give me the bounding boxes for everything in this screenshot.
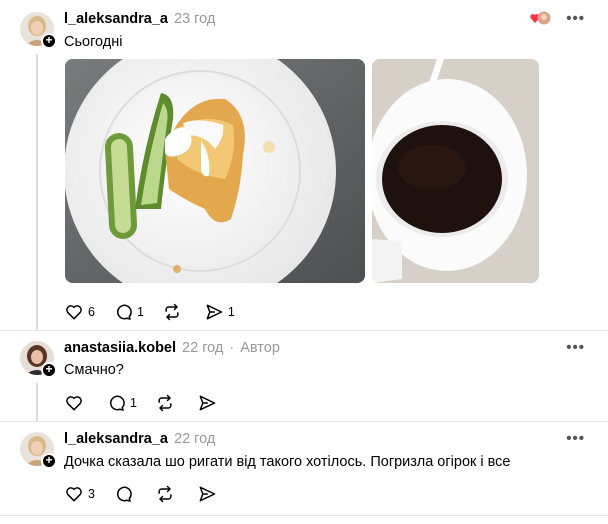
like-count: 3 <box>88 487 95 501</box>
more-icon[interactable]: ••• <box>566 10 585 27</box>
post-text: Дочка сказала шо ригати від такого хотіл… <box>64 454 511 470</box>
timestamp[interactable]: 22 год <box>182 340 223 356</box>
more-icon[interactable]: ••• <box>566 430 585 447</box>
heart-icon <box>66 396 82 411</box>
author-tag: Автор <box>240 340 280 356</box>
share-icon <box>199 395 216 411</box>
share-button[interactable]: 1 <box>204 302 235 322</box>
like-button[interactable]: 6 <box>64 302 95 322</box>
tea-cup-image <box>372 59 539 283</box>
reply-button[interactable]: 1 <box>113 302 144 322</box>
share-icon <box>199 486 216 502</box>
avatar-post-1[interactable]: + <box>20 12 57 49</box>
post-header: anastasiia.kobel 22 год · Автор <box>64 339 280 357</box>
post-2-actions: 1 <box>64 393 239 413</box>
reply-icon <box>110 395 125 411</box>
divider <box>0 515 608 516</box>
reply-icon <box>116 486 132 502</box>
post-header: l_aleksandra_a 22 год <box>64 430 215 448</box>
like-button[interactable]: 3 <box>64 484 95 504</box>
repost-icon <box>158 485 172 503</box>
follow-plus-icon[interactable]: + <box>41 453 57 469</box>
reply-button[interactable]: 1 <box>106 393 137 413</box>
reply-count: 1 <box>136 305 144 319</box>
repost-button[interactable] <box>155 393 179 413</box>
post-1-actions: 6 1 1 <box>64 302 253 322</box>
reply-button[interactable] <box>113 484 137 504</box>
timestamp[interactable]: 22 год <box>174 431 215 447</box>
liked-by-avatars[interactable] <box>530 11 552 25</box>
post-text: Смачно? <box>64 362 124 378</box>
post-3-actions: 3 <box>64 484 239 504</box>
post-header: l_aleksandra_a 23 год <box>64 10 215 28</box>
like-button[interactable] <box>64 393 88 413</box>
like-count: 6 <box>88 305 95 319</box>
username[interactable]: l_aleksandra_a <box>64 431 168 447</box>
repost-button[interactable] <box>155 484 179 504</box>
username[interactable]: anastasiia.kobel <box>64 340 176 356</box>
follow-plus-icon[interactable]: + <box>41 33 57 49</box>
follow-plus-icon[interactable]: + <box>41 362 57 378</box>
divider <box>0 330 608 331</box>
share-button[interactable] <box>197 393 221 413</box>
divider <box>0 421 608 422</box>
reply-count: 1 <box>130 396 137 410</box>
timestamp[interactable]: 23 год <box>174 11 215 27</box>
repost-icon <box>158 394 172 412</box>
post-text: Сьогодні <box>64 34 123 50</box>
post-image-tea[interactable] <box>372 59 539 283</box>
food-plate-image <box>65 59 365 283</box>
repost-icon <box>165 303 179 321</box>
thread-line <box>36 383 38 421</box>
heart-icon <box>66 487 82 502</box>
more-icon[interactable]: ••• <box>566 339 585 356</box>
reply-icon <box>116 304 132 320</box>
separator-dot: · <box>229 340 235 356</box>
avatar-post-2[interactable]: + <box>20 341 57 378</box>
repost-button[interactable] <box>162 302 186 322</box>
post-image-food[interactable] <box>65 59 365 283</box>
share-count: 1 <box>227 305 235 319</box>
post-1: + l_aleksandra_a 23 год ••• Сьогодні 6 1… <box>0 0 608 524</box>
avatar-post-3[interactable]: + <box>20 432 57 469</box>
share-button[interactable] <box>197 484 221 504</box>
thread-line <box>36 54 38 330</box>
share-icon <box>206 304 223 320</box>
username[interactable]: l_aleksandra_a <box>64 11 168 27</box>
heart-icon <box>66 305 82 320</box>
